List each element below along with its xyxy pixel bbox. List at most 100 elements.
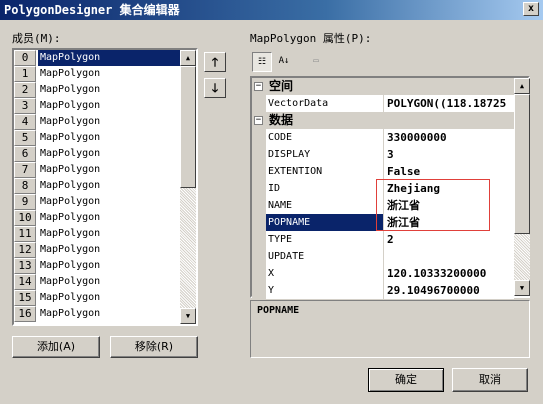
list-item[interactable]: 11 MapPolygon <box>14 226 182 242</box>
ok-button[interactable]: 确定 <box>368 368 444 392</box>
property-toolbar: ☷ A↓ ▭ <box>252 52 332 74</box>
list-item[interactable]: 16 MapPolygon <box>14 306 182 322</box>
window-titlebar: PolygonDesigner 集合编辑器 x <box>0 0 543 20</box>
property-row[interactable]: UPDATE <box>252 248 514 265</box>
row-margin <box>252 248 266 265</box>
collapse-icon[interactable]: − <box>254 82 263 91</box>
close-button[interactable]: x <box>523 2 539 16</box>
property-row[interactable]: X 120.10333200000 <box>252 265 514 282</box>
row-margin <box>252 231 266 248</box>
property-row[interactable]: VectorData POLYGON((118.18725 <box>252 95 514 112</box>
member-name: MapPolygon <box>40 84 101 95</box>
member-index: 2 <box>14 82 36 98</box>
list-item[interactable]: 5 MapPolygon <box>14 130 182 146</box>
members-list[interactable]: 0 MapPolygon 1 MapPolygon 2 MapPolygon 3 MapPol… <box>12 48 198 326</box>
list-item[interactable]: 0 MapPolygon <box>14 50 182 66</box>
move-up-button[interactable]: 🡑 <box>204 52 226 72</box>
scroll-thumb[interactable] <box>180 66 196 188</box>
property-row[interactable]: DISPLAY 3 <box>252 146 514 163</box>
property-value[interactable]: 2 <box>384 231 514 248</box>
property-row[interactable]: CODE 330000000 <box>252 129 514 146</box>
property-value[interactable]: 29.10496700000 <box>384 282 514 299</box>
property-row[interactable]: EXTENTION False <box>252 163 514 180</box>
member-name: MapPolygon <box>40 132 101 143</box>
property-pages-button[interactable]: ▭ <box>306 52 326 72</box>
member-index: 14 <box>14 274 36 290</box>
member-index: 7 <box>14 162 36 178</box>
list-item[interactable]: 15 MapPolygon <box>14 290 182 306</box>
member-name: MapPolygon <box>40 228 101 239</box>
collapse-icon[interactable]: − <box>254 116 263 125</box>
member-index: 11 <box>14 226 36 242</box>
member-index: 1 <box>14 66 36 82</box>
category-row[interactable]: − 空间 <box>252 78 514 95</box>
property-value[interactable]: 120.10333200000 <box>384 265 514 282</box>
property-row[interactable]: TYPE 2 <box>252 231 514 248</box>
members-scrollbar[interactable]: ▲ ▼ <box>180 50 196 324</box>
categorized-button[interactable]: ☷ <box>252 52 272 72</box>
member-name: MapPolygon <box>40 116 101 127</box>
scroll-up-button[interactable]: ▲ <box>180 50 196 66</box>
category-label: 数据 <box>269 113 294 127</box>
member-index: 13 <box>14 258 36 274</box>
property-name: EXTENTION <box>266 163 384 180</box>
property-row[interactable]: Y 29.10496700000 <box>252 282 514 299</box>
property-description: POPNAME <box>250 300 530 358</box>
grid-scroll-thumb[interactable] <box>514 94 530 234</box>
member-name: MapPolygon <box>40 196 101 207</box>
list-item[interactable]: 14 MapPolygon <box>14 274 182 290</box>
list-item[interactable]: 6 MapPolygon <box>14 146 182 162</box>
member-name: MapPolygon <box>40 276 101 287</box>
property-name: VectorData <box>266 95 384 112</box>
list-item[interactable]: 10 MapPolygon <box>14 210 182 226</box>
list-item[interactable]: 12 MapPolygon <box>14 242 182 258</box>
member-index: 15 <box>14 290 36 306</box>
property-name: POPNAME <box>266 214 384 231</box>
property-pages-icon: ▭ <box>313 56 319 66</box>
property-value[interactable]: False <box>384 163 514 180</box>
property-value[interactable] <box>384 248 514 265</box>
member-index: 16 <box>14 306 36 322</box>
member-name: MapPolygon <box>40 68 101 79</box>
window-title: PolygonDesigner 集合编辑器 <box>4 3 180 17</box>
scroll-down-button[interactable]: ▼ <box>180 308 196 324</box>
arrow-up-icon: 🡑 <box>211 55 219 69</box>
list-item[interactable]: 3 MapPolygon <box>14 98 182 114</box>
list-item[interactable]: 9 MapPolygon <box>14 194 182 210</box>
row-margin <box>252 282 266 299</box>
members-label: 成员(M): <box>12 32 61 45</box>
list-item[interactable]: 4 MapPolygon <box>14 114 182 130</box>
grid-scroll-down-button[interactable]: ▼ <box>514 280 530 296</box>
cancel-button[interactable]: 取消 <box>452 368 528 392</box>
category-row[interactable]: − 数据 <box>252 112 514 129</box>
member-name: MapPolygon <box>38 50 182 66</box>
add-button[interactable]: 添加(A) <box>12 336 100 358</box>
grid-scroll-up-button[interactable]: ▲ <box>514 78 530 94</box>
row-margin <box>252 95 266 112</box>
list-item[interactable]: 7 MapPolygon <box>14 162 182 178</box>
list-item[interactable]: 2 MapPolygon <box>14 82 182 98</box>
move-down-button[interactable]: 🡓 <box>204 78 226 98</box>
list-item[interactable]: 8 MapPolygon <box>14 178 182 194</box>
highlight-box <box>376 179 490 231</box>
alphabetical-icon: A↓ <box>278 56 290 66</box>
member-index: 6 <box>14 146 36 162</box>
categorized-icon: ☷ <box>257 57 267 67</box>
property-value[interactable]: POLYGON((118.18725 <box>384 95 514 112</box>
row-margin <box>252 180 266 197</box>
list-item[interactable]: 1 MapPolygon <box>14 66 182 82</box>
remove-button[interactable]: 移除(R) <box>110 336 198 358</box>
member-name: MapPolygon <box>40 244 101 255</box>
category-label: 空间 <box>269 79 294 93</box>
member-name: MapPolygon <box>40 164 101 175</box>
row-margin <box>252 163 266 180</box>
property-value[interactable]: 330000000 <box>384 129 514 146</box>
list-item[interactable]: 13 MapPolygon <box>14 258 182 274</box>
member-name: MapPolygon <box>40 260 101 271</box>
property-value[interactable]: 3 <box>384 146 514 163</box>
member-name: MapPolygon <box>40 148 101 159</box>
member-name: MapPolygon <box>40 292 101 303</box>
grid-scrollbar[interactable]: ▲ ▼ <box>514 78 530 296</box>
member-index: 12 <box>14 242 36 258</box>
alphabetical-button[interactable]: A↓ <box>274 52 294 72</box>
